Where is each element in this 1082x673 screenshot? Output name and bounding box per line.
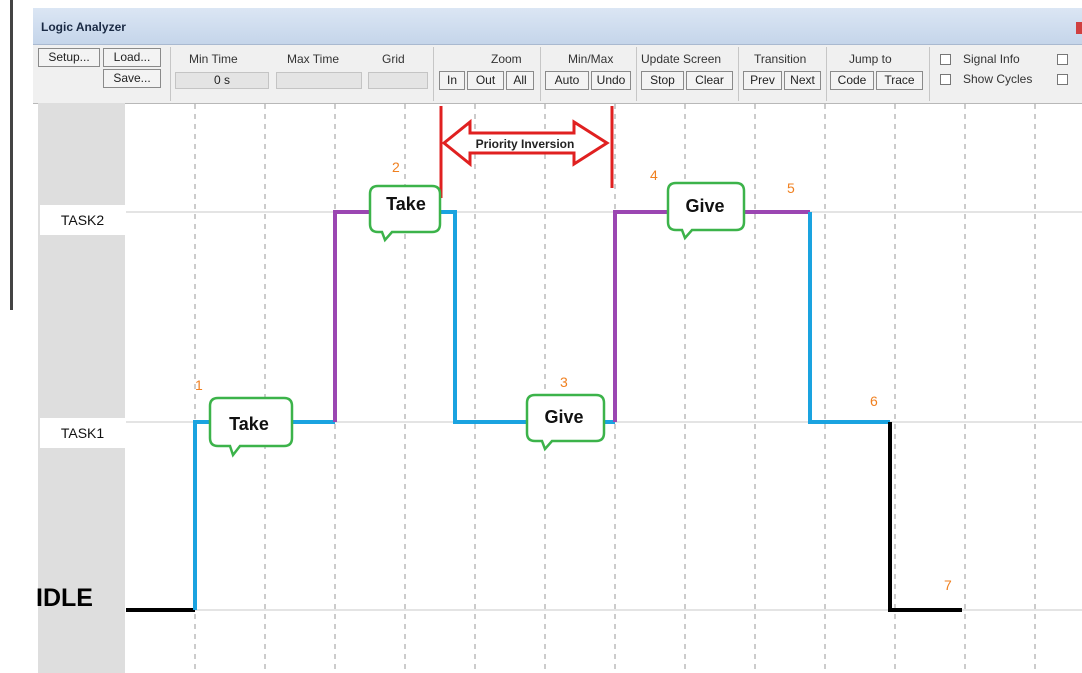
marker-2: 2 — [392, 159, 400, 175]
priority-inversion-label: Priority Inversion — [476, 137, 575, 151]
marker-5: 5 — [787, 180, 795, 196]
take-text-1: Take — [229, 414, 269, 434]
give-text-4: Give — [685, 196, 724, 216]
give-text-3: Give — [544, 407, 583, 427]
marker-3: 3 — [560, 374, 568, 390]
take-text-2: Take — [386, 194, 426, 214]
waveform-canvas: Priority Inversion Take Take Give Give 1… — [126, 104, 1082, 673]
marker-4: 4 — [650, 167, 658, 183]
marker-1: 1 — [195, 377, 203, 393]
marker-6: 6 — [870, 393, 878, 409]
marker-7: 7 — [944, 577, 952, 593]
